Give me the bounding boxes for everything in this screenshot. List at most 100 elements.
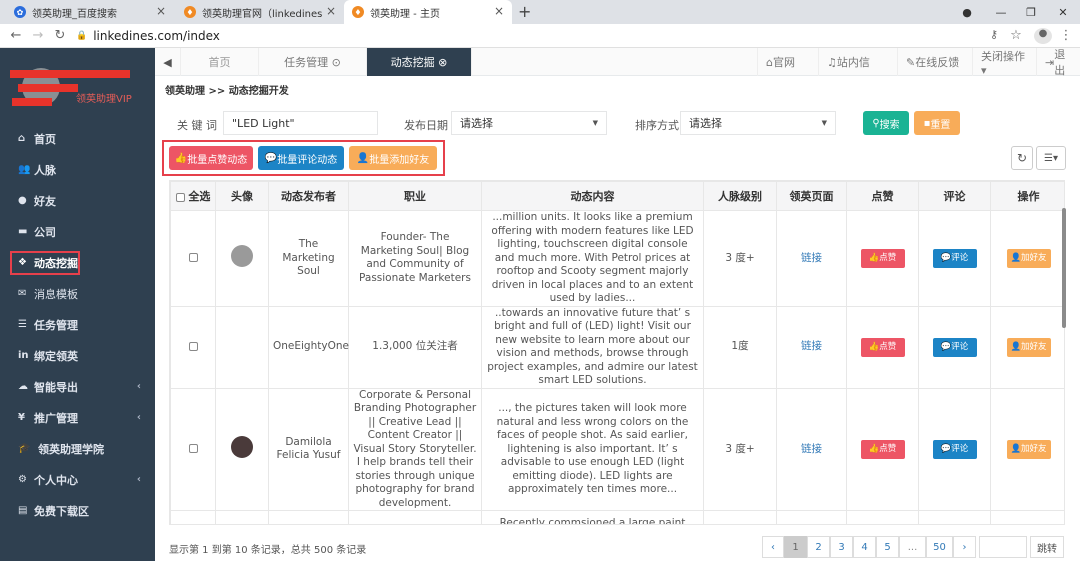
goto-page-input[interactable] xyxy=(979,536,1027,558)
restore-icon[interactable]: ❐ xyxy=(1014,0,1048,24)
button-label: 评论 xyxy=(951,252,969,263)
search-button[interactable]: ⚲ 搜索 xyxy=(863,111,909,135)
next-page-button[interactable]: › xyxy=(953,536,976,558)
close-icon[interactable]: × xyxy=(156,4,166,18)
like-button[interactable]: 👍点赞 xyxy=(860,248,905,268)
nav-official-site[interactable]: ⌂ 官网 xyxy=(757,48,818,76)
nav-logout[interactable]: ⇥ 退出 xyxy=(1036,48,1080,77)
profile-link[interactable]: 链接 xyxy=(801,340,822,352)
sidebar-item-company[interactable]: ▬ 公司 xyxy=(0,216,155,247)
chevron-left-icon: ‹ xyxy=(136,474,141,485)
page-2-button[interactable]: 2 xyxy=(807,536,830,558)
row-checkbox[interactable] xyxy=(188,444,198,453)
brand-logo: 领英助理VIP xyxy=(8,62,148,122)
sidebar-item-academy[interactable]: 🎓 领英助理学院 xyxy=(0,433,155,464)
forward-arrow-icon[interactable]: → xyxy=(30,28,46,43)
row-checkbox[interactable] xyxy=(188,253,198,262)
redaction-mark xyxy=(12,98,52,106)
page-50-button[interactable]: 50 xyxy=(926,536,953,558)
reload-icon[interactable]: ↻ xyxy=(52,28,68,43)
sidebar-item-bind-linkedin[interactable]: in 绑定领英 xyxy=(0,340,155,371)
account-icon[interactable]: ● xyxy=(1034,28,1052,44)
goto-button[interactable]: 跳转 xyxy=(1030,536,1064,558)
nav-feedback[interactable]: ✎ 在线反馈 xyxy=(897,48,972,76)
scroll-left-icon[interactable]: ◀ xyxy=(155,48,181,76)
nav-messages[interactable]: ♫ 站内信 xyxy=(818,48,897,76)
profile-link[interactable]: 链接 xyxy=(801,252,822,264)
linkedin-icon: in xyxy=(18,350,29,361)
back-arrow-icon[interactable]: ← xyxy=(8,28,24,43)
sidebar-item-label: 免费下载区 xyxy=(34,504,89,518)
sidebar-item-home[interactable]: ⌂ 首页 xyxy=(0,123,155,154)
header-content: 动态内容 xyxy=(481,181,704,211)
add-friend-button[interactable]: 👤加好友 xyxy=(1006,248,1051,268)
tab-home[interactable]: 首页 xyxy=(181,48,259,76)
table-scrollbar[interactable] xyxy=(1062,208,1066,328)
bulk-like-button[interactable]: 👍 批量点赞动态 xyxy=(169,146,253,170)
refresh-icon[interactable]: ↻ xyxy=(1011,146,1033,170)
add-friend-button[interactable]: 👤加好友 xyxy=(1006,337,1051,357)
sidebar: 领英助理VIP ⌂ 首页 👥 人脉 ● 好友 ▬ 公司 ❖ 动态挖掘 ✉ 消息模板 ☰ 任务管… xyxy=(0,48,155,561)
url-field[interactable]: 🔒 linkedines.com/index xyxy=(76,26,1036,46)
row-checkbox[interactable] xyxy=(188,341,198,351)
sidebar-item-label: 首页 xyxy=(34,132,56,146)
reset-button[interactable]: ▪ 重置 xyxy=(914,111,960,135)
graduation-icon: 🎓 xyxy=(18,443,31,454)
sidebar-item-contacts[interactable]: 👥 人脉 xyxy=(0,154,155,185)
sidebar-item-friends[interactable]: ● 好友 xyxy=(0,185,155,216)
trash-icon: ▪ xyxy=(923,117,931,129)
page-4-button[interactable]: 4 xyxy=(853,536,876,558)
browser-tab-official[interactable]: ♦ 领英助理官网（linkedines.com） × xyxy=(176,0,344,24)
tab-dynamic-mining[interactable]: 动态挖掘 ⊗ xyxy=(367,48,472,76)
menu-dots-icon[interactable]: ⋮ xyxy=(1058,28,1074,43)
level-cell: 3 度+ xyxy=(703,210,777,307)
tasks-icon: ☰ xyxy=(18,319,27,330)
minimize-icon[interactable]: — xyxy=(984,0,1018,24)
job-cell: Founder- The Marketing Soul| Blog and Co… xyxy=(348,210,482,307)
page-5-button[interactable]: 5 xyxy=(876,536,899,558)
add-friend-button[interactable]: 👤加好友 xyxy=(1006,439,1051,459)
comment-button[interactable]: 💬评论 xyxy=(932,439,977,459)
briefcase-icon: ▬ xyxy=(18,226,28,237)
columns-toggle-icon[interactable]: ☰▾ xyxy=(1036,146,1066,170)
key-icon[interactable]: ⚷ xyxy=(986,28,1002,41)
like-button[interactable]: 👍点赞 xyxy=(860,337,905,357)
sidebar-item-templates[interactable]: ✉ 消息模板 xyxy=(0,278,155,309)
sort-select[interactable]: 请选择 ▼ xyxy=(680,111,836,135)
sidebar-item-tasks[interactable]: ☰ 任务管理 xyxy=(0,309,155,340)
comment-button[interactable]: 💬评论 xyxy=(932,248,977,268)
browser-tab-home[interactable]: ♦ 领英助理 - 主页 × xyxy=(344,0,512,24)
sidebar-item-export[interactable]: ☁ 智能导出 ‹ xyxy=(0,371,155,402)
bulk-comment-button[interactable]: 💬 批量评论动态 xyxy=(258,146,344,170)
settings-icon: ⚙ xyxy=(18,474,27,485)
profile-dot-icon[interactable]: ● xyxy=(950,0,984,24)
sidebar-item-profile[interactable]: ⚙ 个人中心 ‹ xyxy=(0,464,155,495)
page-3-button[interactable]: 3 xyxy=(830,536,853,558)
tab-task-management[interactable]: 任务管理 ⊙ xyxy=(259,48,367,76)
star-icon[interactable]: ☆ xyxy=(1008,28,1024,43)
close-icon[interactable]: × xyxy=(494,4,504,18)
profile-link[interactable]: 链接 xyxy=(801,443,822,455)
page-1-button[interactable]: 1 xyxy=(784,536,807,558)
sidebar-item-dynamic-mining[interactable]: ❖ 动态挖掘 xyxy=(0,247,155,278)
sidebar-item-promotion[interactable]: ¥ 推广管理 ‹ xyxy=(0,402,155,433)
header-page: 领英页面 xyxy=(776,181,847,211)
browser-tab-baidu[interactable]: ✿ 领英助理_百度搜索 × xyxy=(6,0,174,24)
new-tab-button[interactable]: + xyxy=(518,2,531,21)
prev-page-button[interactable]: ‹ xyxy=(762,536,784,558)
ellipsis: ... xyxy=(899,536,926,558)
window-close-icon[interactable]: ✕ xyxy=(1046,0,1080,24)
close-icon[interactable]: × xyxy=(326,4,336,18)
date-select[interactable]: 请选择 ▼ xyxy=(451,111,607,135)
bulk-add-friend-button[interactable]: 👤 批量添加好友 xyxy=(349,146,437,170)
address-bar-row: ← → ↻ 🔒 linkedines.com/index ⚷ ☆ ● ⋮ xyxy=(0,24,1080,48)
select-all-header[interactable]: 全选 xyxy=(170,181,216,211)
nav-close-actions[interactable]: 关闭操作▾ xyxy=(972,48,1036,77)
comment-button[interactable]: 💬评论 xyxy=(932,337,977,357)
select-all-checkbox[interactable] xyxy=(175,192,185,202)
like-button[interactable]: 👍点赞 xyxy=(860,439,905,459)
sidebar-item-downloads[interactable]: ▤ 免费下载区 xyxy=(0,495,155,526)
level-cell: 1度 xyxy=(703,305,777,389)
keyword-input[interactable]: "LED Light" xyxy=(223,111,378,135)
job-cell: Corporate & Personal Branding Photograph… xyxy=(348,387,482,511)
